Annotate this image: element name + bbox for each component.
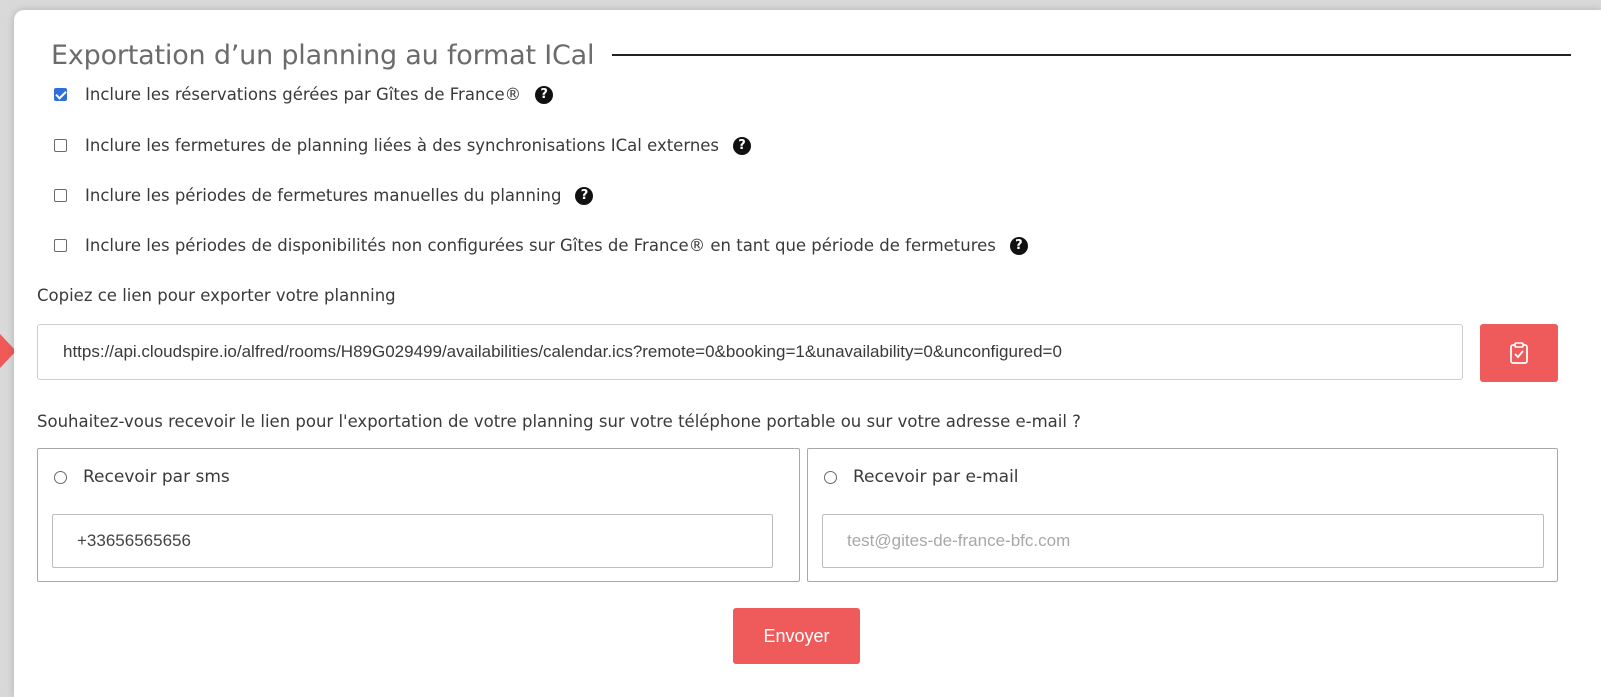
radio-email[interactable] bbox=[824, 470, 837, 484]
option-label: Inclure les périodes de fermetures manue… bbox=[85, 186, 562, 205]
question-circle-icon[interactable]: ? bbox=[535, 85, 554, 104]
checkbox-include-unconfigured[interactable] bbox=[54, 239, 67, 252]
checkbox-include-reservations[interactable] bbox=[54, 88, 67, 101]
section-title: Exportation d’un planning au format ICal bbox=[51, 39, 595, 71]
question-circle-icon[interactable]: ? bbox=[733, 136, 752, 155]
receive-question: Souhaitez-vous recevoir le lien pour l'e… bbox=[37, 412, 1081, 431]
send-button[interactable]: Envoyer bbox=[733, 608, 860, 664]
checkbox-include-external-ical[interactable] bbox=[54, 139, 67, 152]
export-card: Exportation d’un planning au format ICal… bbox=[14, 10, 1601, 697]
radio-sms-label: Recevoir par sms bbox=[83, 467, 230, 487]
option-label: Inclure les fermetures de planning liées… bbox=[85, 136, 720, 155]
question-circle-icon[interactable]: ? bbox=[1009, 236, 1028, 255]
copy-link-label: Copiez ce lien pour exporter votre plann… bbox=[37, 286, 396, 305]
checkbox-include-manual-closures[interactable] bbox=[54, 189, 67, 202]
option-include-unconfigured[interactable]: Inclure les périodes de disponibilités n… bbox=[54, 236, 1028, 255]
option-include-reservations[interactable]: Inclure les réservations gérées par Gîte… bbox=[54, 85, 554, 104]
radio-sms-option[interactable]: Recevoir par sms bbox=[54, 467, 230, 487]
sms-phone-input[interactable] bbox=[52, 514, 773, 568]
sms-box: Recevoir par sms bbox=[37, 448, 800, 582]
option-include-external-ical[interactable]: Inclure les fermetures de planning liées… bbox=[54, 136, 752, 155]
option-label: Inclure les réservations gérées par Gîte… bbox=[85, 85, 522, 104]
section-header: Exportation d’un planning au format ICal bbox=[51, 34, 1571, 76]
question-circle-icon[interactable]: ? bbox=[575, 186, 594, 205]
option-label: Inclure les périodes de disponibilités n… bbox=[85, 236, 996, 255]
copy-link-button[interactable] bbox=[1480, 324, 1558, 382]
section-divider bbox=[612, 54, 1571, 56]
radio-email-label: Recevoir par e-mail bbox=[853, 467, 1019, 487]
email-box: Recevoir par e-mail bbox=[807, 448, 1558, 582]
export-link-field[interactable] bbox=[37, 324, 1463, 380]
radio-email-option[interactable]: Recevoir par e-mail bbox=[824, 467, 1019, 487]
radio-sms[interactable] bbox=[54, 470, 67, 484]
email-input[interactable] bbox=[822, 514, 1544, 568]
option-include-manual-closures[interactable]: Inclure les périodes de fermetures manue… bbox=[54, 186, 594, 205]
clipboard-check-icon bbox=[1510, 342, 1528, 364]
